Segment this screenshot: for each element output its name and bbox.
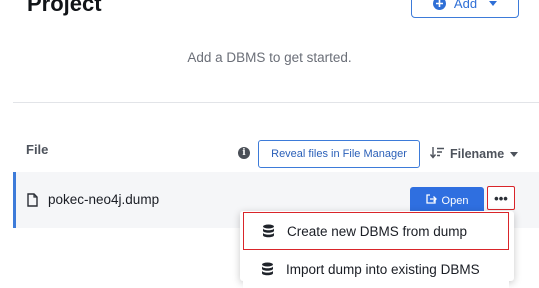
reveal-files-button[interactable]: Reveal files in File Manager [258, 140, 420, 168]
open-external-icon [425, 194, 437, 207]
sort-descending-icon [429, 146, 444, 162]
open-button[interactable]: Open [410, 187, 484, 214]
sort-filename-control[interactable]: Filename [429, 146, 519, 162]
chevron-down-icon [489, 0, 498, 6]
ellipsis-icon: ••• [494, 190, 508, 206]
sort-label: Filename [450, 147, 505, 161]
open-button-label: Open [441, 194, 469, 207]
more-options-button[interactable]: ••• [487, 186, 515, 210]
menu-item-import-dump-existing-dbms[interactable]: Import dump into existing DBMS [243, 250, 509, 288]
row-selection-indicator [13, 172, 16, 228]
file-icon [27, 193, 38, 212]
menu-item-label: Create new DBMS from dump [287, 223, 468, 239]
file-column-header: File [26, 142, 49, 157]
info-icon[interactable]: i [238, 147, 250, 159]
file-name: pokec-neo4j.dump [48, 192, 160, 207]
add-button[interactable]: Add [411, 0, 519, 18]
database-icon [261, 262, 274, 276]
page-title: Project [27, 0, 102, 16]
plus-circle-icon [432, 0, 446, 10]
database-icon [262, 224, 275, 238]
menu-item-create-dbms-from-dump[interactable]: Create new DBMS from dump [243, 212, 509, 250]
add-button-label: Add [453, 0, 478, 11]
menu-item-label: Import dump into existing DBMS [286, 261, 480, 277]
chevron-down-icon [510, 151, 519, 157]
empty-state-message: Add a DBMS to get started. [187, 50, 352, 65]
section-divider [13, 102, 539, 103]
